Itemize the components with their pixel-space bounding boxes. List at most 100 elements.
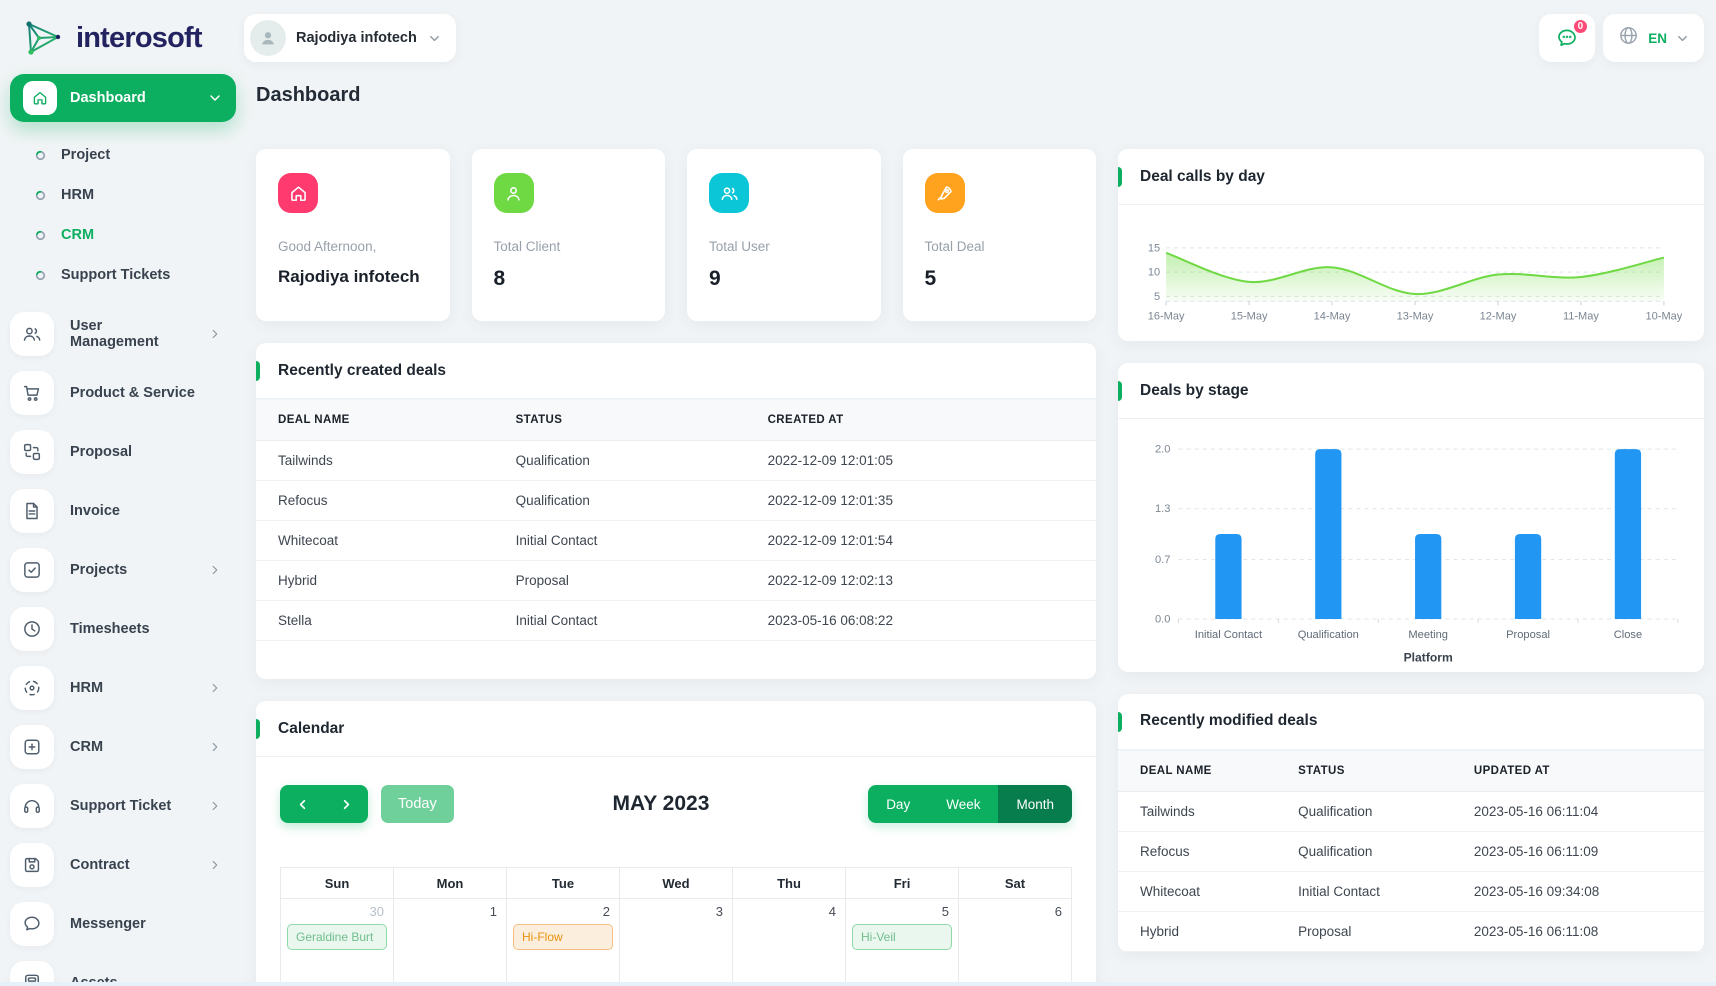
table-cell: 2023-05-16 09:34:08 — [1457, 871, 1704, 912]
brand-wordmark: interosoft — [76, 21, 203, 54]
bullet-icon — [35, 190, 46, 200]
calendar-day-header: Tue — [506, 867, 620, 899]
sidebar-item-proposal[interactable]: Proposal — [10, 426, 236, 478]
projects-icon — [10, 548, 54, 592]
calendar-date: 5 — [941, 904, 949, 919]
svg-text:2.0: 2.0 — [1155, 444, 1170, 456]
calendar-day-cell[interactable]: 6 — [958, 898, 1072, 986]
calendar-day-cell[interactable]: 3 — [619, 898, 733, 986]
sidebar-item-label: Invoice — [70, 503, 120, 519]
calendar-day-cell[interactable]: 4 — [732, 898, 846, 986]
rocket-icon — [924, 173, 965, 213]
home-icon — [23, 81, 57, 115]
table-row[interactable]: Whitecoat Initial Contact 2023-05-16 09:34… — [1118, 871, 1704, 912]
sidebar-item-support-ticket[interactable]: Support Ticket — [10, 780, 236, 832]
home-icon — [278, 173, 318, 213]
sidebar-item-projects[interactable]: Projects — [10, 544, 236, 596]
table-row[interactable]: Tailwinds Qualification 2023-05-16 06:11:0… — [1118, 791, 1704, 832]
accent-bar — [256, 361, 260, 381]
chevron-down-icon — [429, 35, 439, 41]
table-cell: Proposal — [499, 560, 752, 601]
table-row[interactable]: Whitecoat Initial Contact 2022-12-09 12:01… — [256, 520, 1096, 561]
table-cell: Refocus — [256, 480, 500, 521]
table-cell: 2023-05-16 06:11:09 — [1457, 831, 1704, 872]
sidebar-subitem-support-tickets[interactable]: Support Tickets — [10, 255, 236, 295]
calendar-event[interactable]: Hi-Flow — [513, 924, 613, 950]
calendar-day-header: Mon — [393, 867, 507, 899]
workspace-name: Rajodiya infotech — [296, 30, 417, 46]
calendar-day-cell[interactable]: 30 Geraldine Burt — [280, 898, 394, 986]
card-title: Recently modified deals — [1140, 712, 1318, 730]
calendar-view-month-button[interactable]: Month — [998, 785, 1072, 823]
sidebar-item-dashboard[interactable]: Dashboard — [10, 74, 236, 122]
column-header: CREATED AT — [751, 399, 1096, 441]
bullet-icon — [35, 270, 46, 280]
invoice-icon — [26, 502, 38, 520]
home-icon — [290, 185, 306, 201]
created-deals-table: DEAL NAME STATUS CREATED AT Tailwinds Qualif… — [256, 399, 1096, 641]
sidebar-subitem-project[interactable]: Project — [10, 135, 236, 175]
sidebar-subitem-hrm[interactable]: HRM — [10, 175, 236, 215]
sidebar-subitem-crm[interactable]: CRM — [10, 215, 236, 255]
sidebar-item-hrm[interactable]: HRM — [10, 662, 236, 714]
calendar-view-week-button[interactable]: Week — [928, 785, 999, 823]
chevron-right-icon — [343, 799, 349, 809]
table-row[interactable]: Tailwinds Qualification 2022-12-09 12:01:0… — [256, 440, 1096, 481]
rocket-icon — [937, 185, 952, 200]
avatar — [250, 20, 286, 56]
sidebar-item-label: User Management — [70, 318, 159, 350]
sidebar-item-messenger[interactable]: Messenger — [10, 898, 236, 950]
stat-label: Total Client — [493, 239, 561, 254]
sidebar-item-label: Product & Service — [70, 385, 195, 401]
users-icon — [709, 173, 749, 213]
calendar-day-cell[interactable]: 1 — [393, 898, 507, 986]
sidebar-item-timesheets[interactable]: Timesheets — [10, 603, 236, 655]
svg-text:0.0: 0.0 — [1155, 614, 1170, 626]
table-row[interactable]: Refocus Qualification 2023-05-16 06:11:09 — [1118, 831, 1704, 872]
language-selector[interactable]: EN — [1603, 14, 1704, 62]
messages-button[interactable]: 0 — [1539, 14, 1596, 62]
sidebar-item-label: CRM — [70, 739, 104, 755]
calendar-card: Calendar Today MAY 2023 Day Week Month S… — [256, 701, 1096, 986]
calendar-day-cell[interactable]: 2 Hi-Flow — [506, 898, 620, 986]
sidebar-items: User Management Product & Service Propos… — [10, 308, 236, 986]
calendar-event[interactable]: Hi-Veil — [852, 924, 952, 950]
chevron-right-icon — [212, 801, 218, 811]
calendar-today-button[interactable]: Today — [381, 785, 454, 823]
svg-text:10-May: 10-May — [1646, 310, 1683, 322]
svg-text:Proposal: Proposal — [1506, 630, 1550, 642]
stat-card-total-deal: Total Deal 5 — [902, 149, 1096, 321]
table-row[interactable]: Hybrid Proposal 2023-05-16 06:11:08 — [1118, 911, 1704, 952]
table-cell: Qualification — [1282, 791, 1458, 832]
table-cell: 2022-12-09 12:01:35 — [751, 480, 1096, 521]
bullet-icon — [35, 150, 46, 160]
table-row[interactable]: Stella Initial Contact 2023-05-16 06:08:22 — [256, 600, 1096, 641]
brand-logo[interactable]: interosoft — [22, 16, 244, 60]
sidebar-item-invoice[interactable]: Invoice — [10, 485, 236, 537]
card-header: Recently modified deals — [1118, 694, 1704, 750]
calendar-date: 30 — [369, 904, 384, 919]
sidebar-item-contract[interactable]: Contract — [10, 839, 236, 891]
sidebar: Dashboard Project HRM CRM Support Tickets U… — [0, 66, 252, 986]
users-icon — [10, 312, 54, 356]
calendar-next-button[interactable] — [324, 785, 368, 823]
calendar-day-cell[interactable]: 5 Hi-Veil — [845, 898, 959, 986]
main-content: Dashboard Good Afternoon, Rajodiya infot… — [252, 66, 1716, 986]
table-row[interactable]: Hybrid Proposal 2022-12-09 12:02:13 — [256, 560, 1096, 601]
card-header: Deal calls by day — [1118, 149, 1704, 205]
stat-value: Rajodiya infotech — [278, 267, 420, 286]
calendar-event[interactable]: Geraldine Burt — [287, 924, 387, 950]
calendar-prev-button[interactable] — [280, 785, 324, 823]
sidebar-item-product-service[interactable]: Product & Service — [10, 367, 236, 419]
proposal-icon — [10, 430, 54, 474]
sidebar-item-user-management[interactable]: User Management — [10, 308, 236, 360]
sidebar-item-crm[interactable]: CRM — [10, 721, 236, 773]
calendar-view-day-button[interactable]: Day — [868, 785, 929, 823]
clock-icon — [10, 607, 54, 651]
table-cell: Initial Contact — [1282, 871, 1458, 912]
table-cell: Whitecoat — [1118, 871, 1283, 912]
table-cell: Refocus — [1118, 831, 1283, 872]
workspace-selector[interactable]: Rajodiya infotech — [244, 14, 456, 62]
table-row[interactable]: Refocus Qualification 2022-12-09 12:01:35 — [256, 480, 1096, 521]
contract-icon — [24, 857, 40, 873]
